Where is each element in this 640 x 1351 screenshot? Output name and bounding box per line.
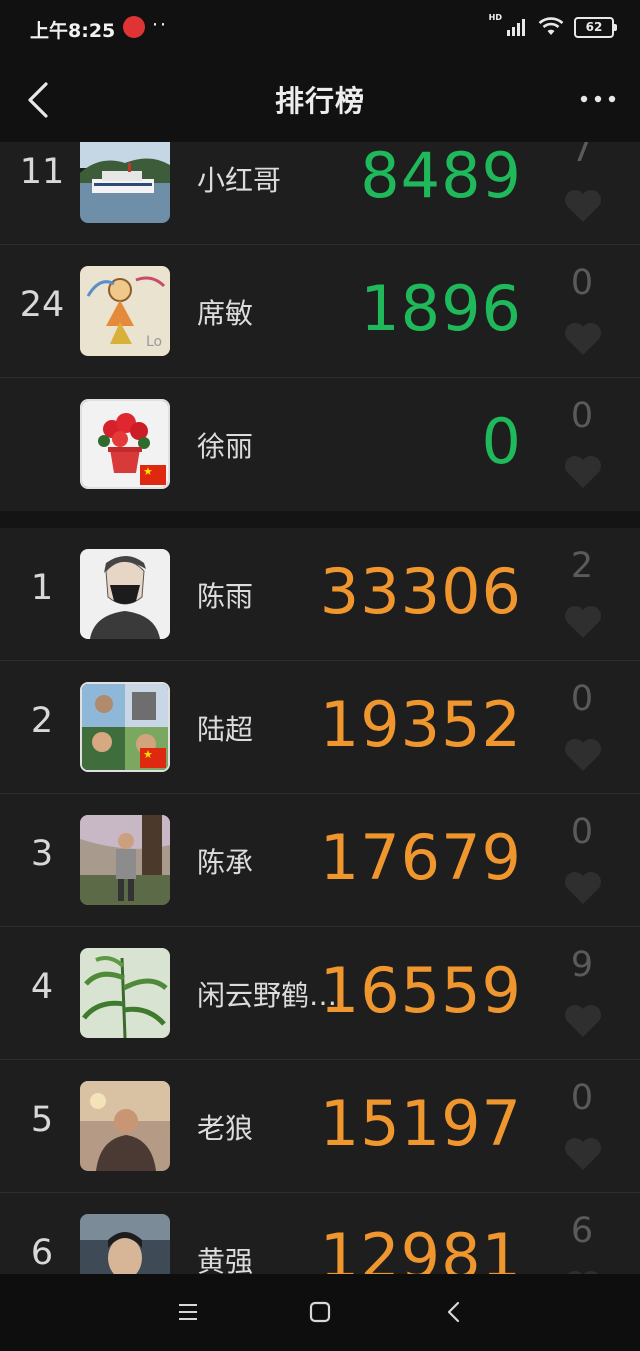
battery-icon: 62: [574, 16, 617, 38]
recent-apps-button[interactable]: [168, 1292, 208, 1332]
step-count: 19352: [319, 688, 522, 761]
rank-number: 11: [19, 152, 65, 192]
heart-icon[interactable]: [563, 321, 603, 357]
app-bar: 排行榜: [0, 58, 640, 142]
notification-app-icon: [123, 16, 145, 38]
step-count: 33306: [319, 555, 522, 628]
status-bar: 上午8:25 ·· HD 62: [0, 0, 640, 58]
list-item[interactable]: 11 小红哥 8489 7: [0, 142, 640, 245]
list-item[interactable]: 5 老狼 15197 0: [0, 1060, 640, 1193]
list-item[interactable]: 3 陈承 17679 0: [0, 794, 640, 927]
like-count: 0: [570, 1078, 594, 1118]
like-count: 0: [570, 263, 594, 303]
more-dots-icon: [580, 95, 616, 103]
page-title: 排行榜: [274, 84, 365, 118]
leaderboard-content[interactable]: 11 小红哥 8489 7 24 Lo 席敏 1896 0 ★ 徐丽 0 0 1…: [0, 142, 640, 1274]
status-time: 上午8:25: [30, 20, 116, 42]
avatar[interactable]: [80, 142, 170, 223]
menu-icon: [179, 1304, 197, 1320]
signal-icon: [507, 19, 525, 36]
system-back-button[interactable]: [434, 1292, 474, 1332]
like-count: 0: [570, 396, 594, 436]
rank-number: 4: [30, 967, 54, 1007]
ferry-photo-image: [80, 142, 170, 223]
wifi-icon: [538, 17, 564, 35]
avatar[interactable]: [80, 948, 170, 1038]
step-count: 1896: [360, 272, 522, 345]
user-name: 席敏: [197, 297, 254, 330]
rank-number: 1: [30, 568, 54, 608]
heart-icon[interactable]: [563, 737, 603, 773]
green-plant-image: [80, 948, 170, 1038]
section-divider: [0, 511, 640, 528]
rank-number: 24: [19, 285, 65, 325]
svg-text:Lo: Lo: [146, 334, 162, 350]
home-button[interactable]: [300, 1292, 340, 1332]
avatar[interactable]: [80, 549, 170, 639]
avatar[interactable]: [80, 815, 170, 905]
list-item[interactable]: 2 ★ 陆超 19352 0: [0, 661, 640, 794]
heart-icon[interactable]: [563, 1003, 603, 1039]
china-flag-icon: ★: [140, 465, 166, 485]
back-triangle-icon: [447, 1301, 460, 1323]
step-count: 12981: [319, 1220, 522, 1274]
step-count: 16559: [319, 954, 522, 1027]
avatar[interactable]: ★: [80, 399, 170, 489]
man-portrait-image: [80, 1214, 170, 1274]
rank-number: 5: [30, 1100, 54, 1140]
user-name: 徐丽: [197, 430, 254, 463]
avatar[interactable]: Lo: [80, 266, 170, 356]
heart-icon[interactable]: [563, 870, 603, 906]
list-item[interactable]: ★ 徐丽 0 0: [0, 378, 640, 511]
man-indoors-image: [80, 1081, 170, 1171]
like-count: 0: [570, 679, 594, 719]
step-count: 15197: [319, 1087, 522, 1160]
system-nav-bar: [0, 1274, 640, 1351]
step-count: 0: [481, 405, 522, 478]
masked-man-sketch-image: [80, 549, 170, 639]
step-count: 17679: [319, 821, 522, 894]
list-item[interactable]: 24 Lo 席敏 1896 0: [0, 245, 640, 378]
list-item[interactable]: 1 陈雨 33306 2: [0, 528, 640, 661]
like-count: 9: [570, 945, 594, 985]
child-drawing-image: Lo: [80, 266, 170, 356]
rank-number: 2: [30, 701, 54, 741]
more-options-button[interactable]: [578, 84, 618, 114]
heart-icon[interactable]: [563, 1136, 603, 1172]
heart-icon[interactable]: [563, 188, 603, 224]
man-by-tree-image: [80, 815, 170, 905]
home-square-icon: [309, 1301, 331, 1323]
avatar[interactable]: [80, 1214, 170, 1274]
like-count: 7: [570, 142, 594, 170]
heart-icon[interactable]: [563, 454, 603, 490]
battery-level: 62: [585, 19, 603, 34]
like-count: 0: [570, 812, 594, 852]
hd-label: HD: [488, 13, 502, 22]
list-item[interactable]: 6 黄强 12981 6: [0, 1193, 640, 1274]
like-count: 6: [570, 1211, 594, 1251]
my-group-section: 11 小红哥 8489 7 24 Lo 席敏 1896 0 ★ 徐丽 0 0: [0, 142, 640, 511]
rank-number: 3: [30, 834, 54, 874]
avatar[interactable]: ★: [80, 682, 170, 772]
step-count: 8489: [360, 142, 522, 212]
rank-number: 6: [30, 1233, 54, 1273]
china-flag-icon: ★: [140, 748, 166, 768]
ranking-section: 1 陈雨 33306 2 2 ★ 陆超 19352 0 3 陈承 17679 0…: [0, 528, 640, 1274]
like-count: 2: [570, 546, 594, 586]
more-notifications-icon: ··: [152, 14, 169, 36]
user-name: 小红哥: [197, 164, 282, 197]
heart-icon[interactable]: [563, 604, 603, 640]
list-item[interactable]: 4 闲云野鹤… 16559 9: [0, 927, 640, 1060]
avatar[interactable]: [80, 1081, 170, 1171]
